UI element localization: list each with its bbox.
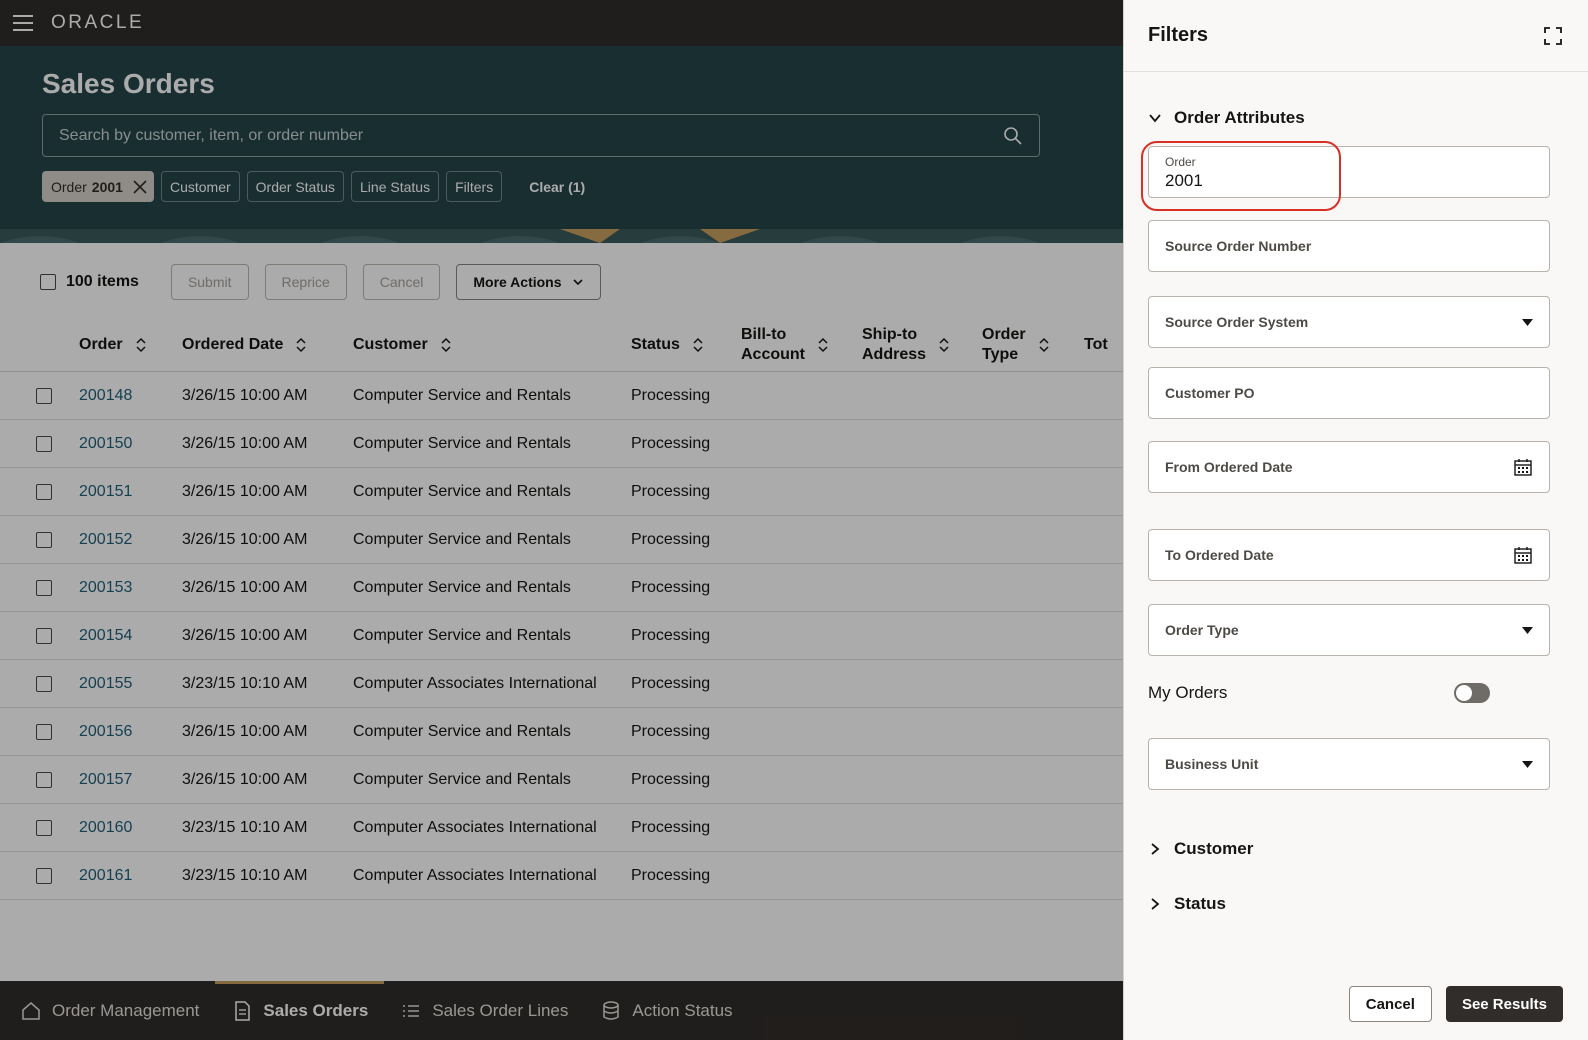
- section-customer[interactable]: Customer: [1148, 839, 1253, 859]
- section-status[interactable]: Status: [1148, 894, 1226, 914]
- chevron-right-icon: [1151, 843, 1160, 855]
- drawer-body: Order Attributes Order 2001 Source Order…: [1124, 73, 1588, 968]
- calendar-icon[interactable]: [1513, 457, 1533, 477]
- highlight-annotation: [1141, 141, 1341, 211]
- expand-icon[interactable]: [1542, 25, 1564, 47]
- cancel-button[interactable]: Cancel: [1348, 986, 1432, 1022]
- caret-down-icon: [1522, 626, 1533, 634]
- order-type-select[interactable]: Order Type: [1148, 604, 1550, 656]
- filters-drawer: Filters Order Attributes Order 2001 Sour…: [1123, 0, 1588, 1040]
- my-orders-toggle[interactable]: [1454, 683, 1490, 703]
- caret-down-icon: [1522, 318, 1533, 326]
- chevron-right-icon: [1151, 898, 1160, 910]
- section-order-attributes[interactable]: Order Attributes: [1148, 108, 1305, 128]
- drawer-footer: Cancel See Results: [1124, 968, 1588, 1040]
- see-results-button[interactable]: See Results: [1445, 986, 1563, 1022]
- drawer-header: Filters: [1124, 0, 1588, 72]
- from-ordered-date-field[interactable]: From Ordered Date: [1148, 441, 1550, 493]
- business-unit-select[interactable]: Business Unit: [1148, 738, 1550, 790]
- my-orders-row: My Orders: [1148, 683, 1490, 703]
- my-orders-label: My Orders: [1148, 683, 1228, 702]
- source-order-number-field[interactable]: Source Order Number: [1148, 220, 1550, 272]
- drawer-title: Filters: [1148, 24, 1209, 46]
- modal-scrim[interactable]: [0, 0, 1123, 1040]
- chevron-down-icon: [1149, 114, 1161, 123]
- caret-down-icon: [1522, 760, 1533, 768]
- sales-orders-app: ORACLE Sales Orders Order 2001 Customer …: [0, 0, 1123, 1040]
- customer-po-field[interactable]: Customer PO: [1148, 367, 1550, 419]
- to-ordered-date-field[interactable]: To Ordered Date: [1148, 529, 1550, 581]
- calendar-icon[interactable]: [1513, 545, 1533, 565]
- source-order-system-select[interactable]: Source Order System: [1148, 296, 1550, 348]
